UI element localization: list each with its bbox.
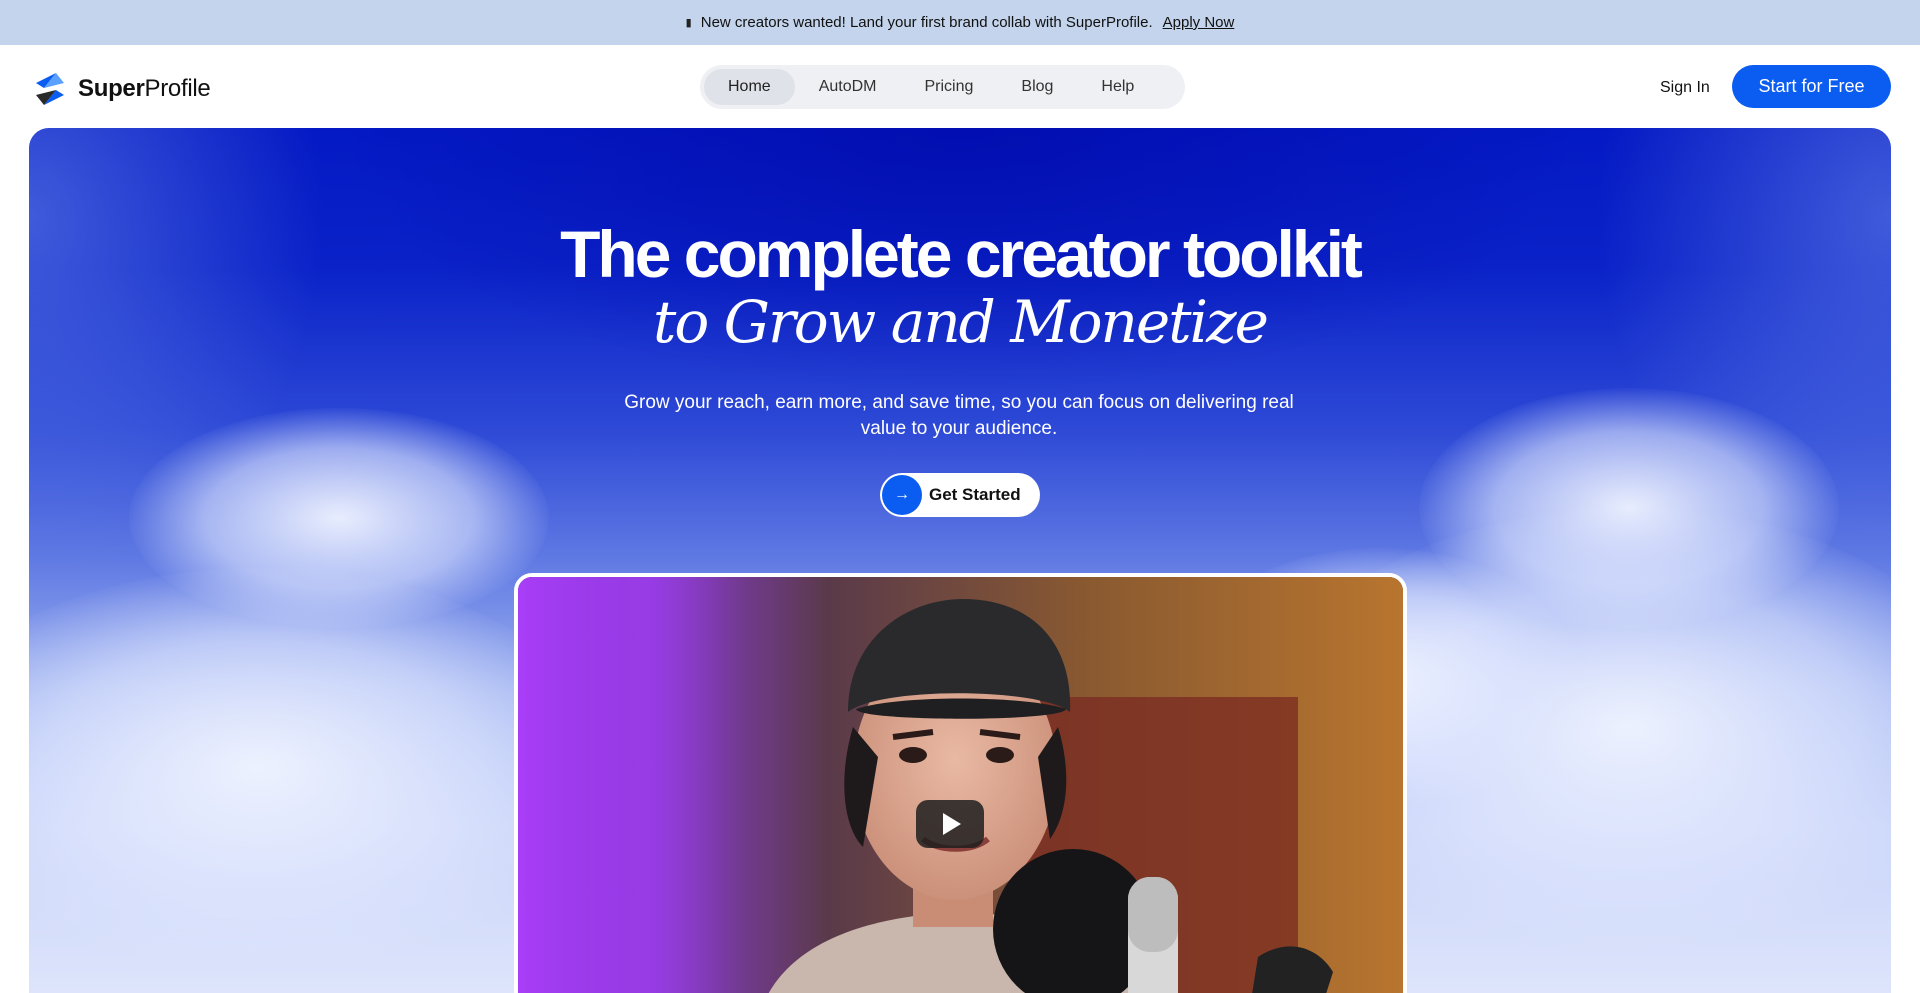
arrow-right-icon: → [882,475,922,515]
get-started-button[interactable]: → Get Started [880,473,1040,517]
video-player[interactable] [514,573,1407,993]
logo[interactable]: SuperProfile [30,69,211,109]
video-thumbnail [518,577,1403,993]
superprofile-logo-icon [36,73,64,105]
nav-item-pricing[interactable]: Pricing [900,69,997,105]
hero-subheadline: Grow your reach, earn more, and save tim… [624,392,1294,439]
nav-item-blog[interactable]: Blog [997,69,1077,105]
nav-item-autodm[interactable]: AutoDM [795,69,901,105]
nav-item-home[interactable]: Home [704,69,795,105]
hero-headline-italic: to Grow and Monetize [653,288,1269,356]
play-icon [943,813,961,835]
announcement-bar: ▮ New creators wanted! Land your first b… [0,0,1920,45]
start-for-free-button[interactable]: Start for Free [1732,65,1891,108]
get-started-label: Get Started [929,485,1021,504]
top-navigation: SuperProfile Home AutoDM Pricing Blog He… [0,45,1920,128]
hero-section: The complete creator toolkit to Grow and… [29,128,1891,993]
sign-in-link[interactable]: Sign In [1660,79,1710,97]
bell-icon: ▮ [685,17,692,29]
nav-item-help[interactable]: Help [1077,69,1158,105]
logo-text: SuperProfile [78,75,211,102]
announcement-text: New creators wanted! Land your first bra… [700,14,1153,31]
hero-headline: The complete creator toolkit [560,217,1363,291]
nav-menu: Home AutoDM Pricing Blog Help [700,65,1185,109]
apply-now-link[interactable]: Apply Now [1163,14,1235,31]
play-button[interactable] [916,800,984,848]
